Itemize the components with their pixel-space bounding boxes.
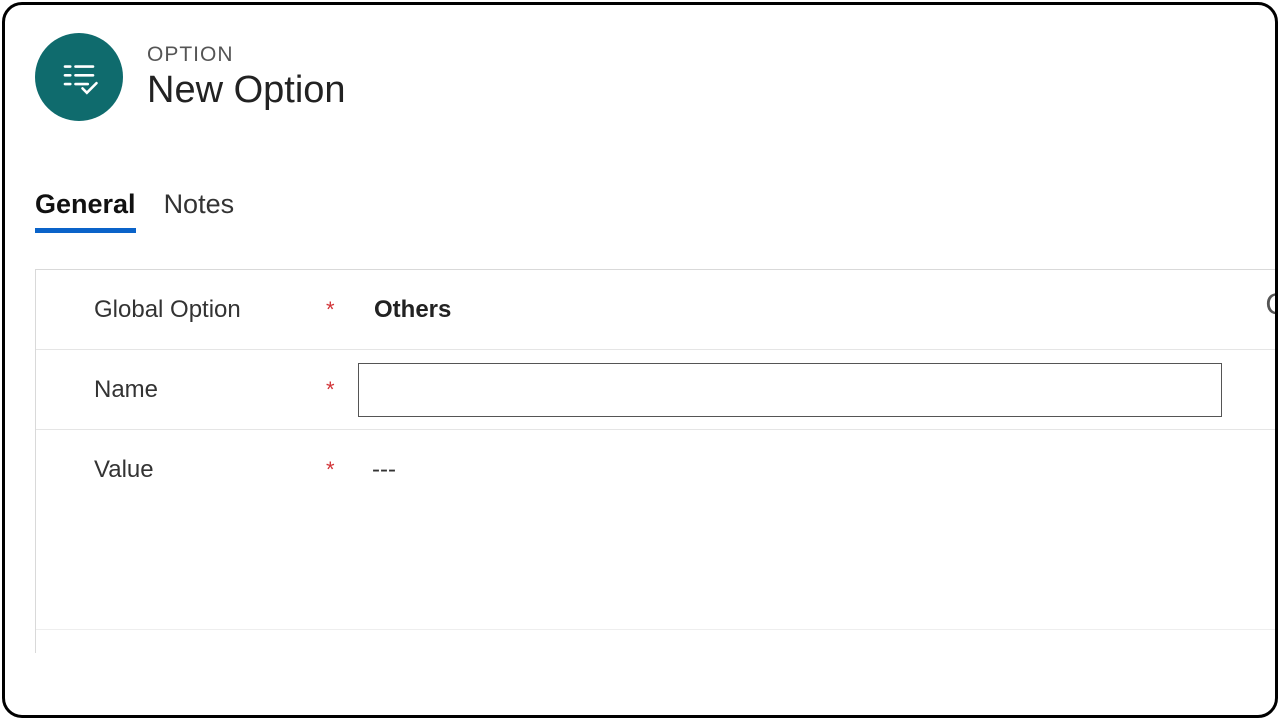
global-option-lookup[interactable]: Others bbox=[358, 296, 1253, 324]
required-marker: * bbox=[326, 377, 358, 403]
value-field[interactable]: --- bbox=[358, 456, 1253, 484]
form-footer-area bbox=[36, 630, 1277, 680]
window-frame: OPTION New Option General Notes Global O… bbox=[2, 2, 1278, 718]
name-input[interactable] bbox=[358, 363, 1222, 417]
form-panel: Global Option * Others C Name * Value * … bbox=[35, 269, 1277, 653]
row-name: Name * bbox=[36, 350, 1277, 430]
form-spacer bbox=[36, 510, 1277, 630]
label-global-option: Global Option bbox=[94, 296, 326, 324]
tab-notes[interactable]: Notes bbox=[164, 189, 235, 233]
row-global-option: Global Option * Others C bbox=[36, 270, 1277, 350]
entity-icon-circle bbox=[35, 33, 123, 121]
tab-general[interactable]: General bbox=[35, 189, 136, 233]
tab-bar: General Notes bbox=[35, 189, 234, 233]
search-icon[interactable]: C bbox=[1265, 288, 1278, 322]
label-value: Value bbox=[94, 456, 326, 484]
global-option-value: Others bbox=[358, 296, 451, 324]
row-value: Value * --- bbox=[36, 430, 1277, 510]
required-marker: * bbox=[326, 297, 358, 323]
header-text: OPTION New Option bbox=[147, 43, 346, 112]
option-list-icon bbox=[58, 56, 100, 98]
entity-type-label: OPTION bbox=[147, 43, 346, 67]
page-header: OPTION New Option bbox=[35, 33, 346, 121]
label-name: Name bbox=[94, 376, 326, 404]
page-title: New Option bbox=[147, 69, 346, 112]
required-marker: * bbox=[326, 457, 358, 483]
value-display: --- bbox=[358, 456, 396, 484]
